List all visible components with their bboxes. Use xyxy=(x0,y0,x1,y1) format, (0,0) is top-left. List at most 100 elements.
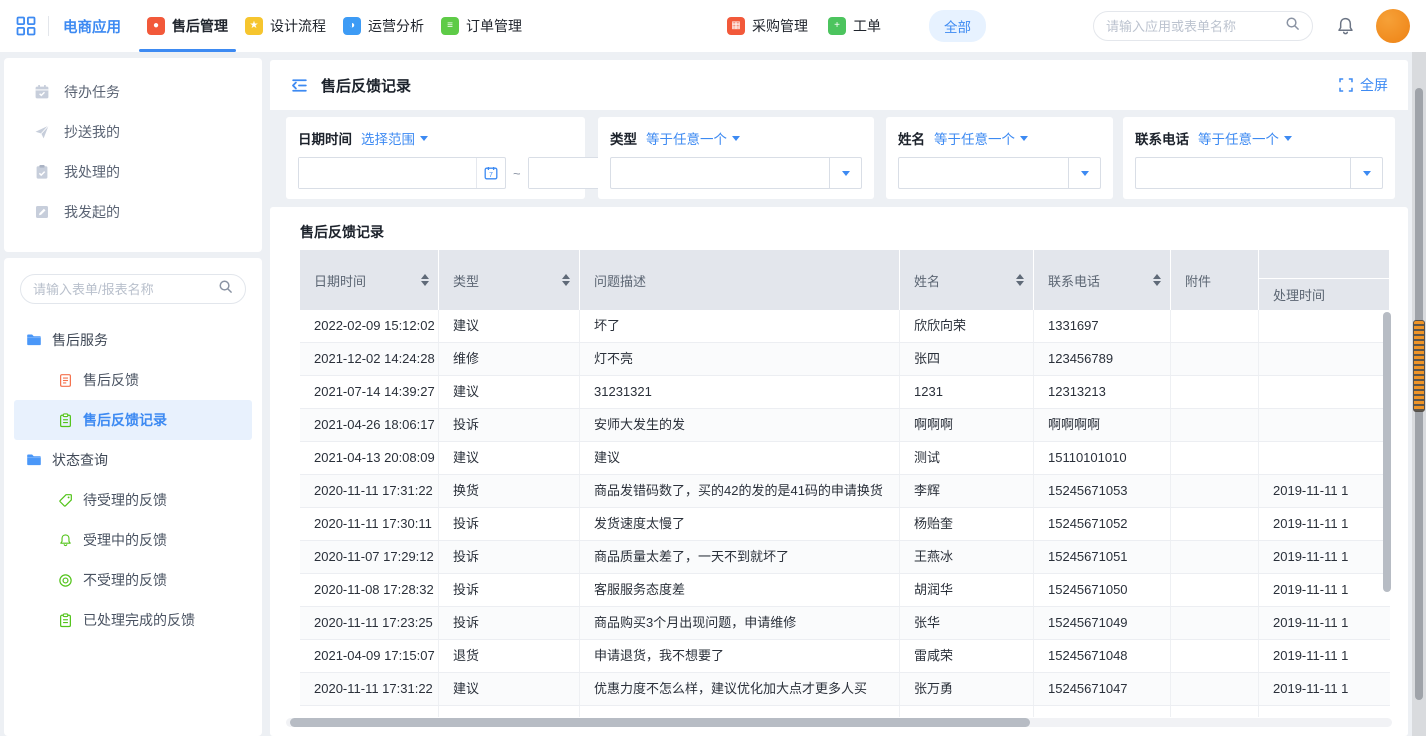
filter-operator[interactable]: 等于任意一个 xyxy=(934,128,1028,148)
date-from-input[interactable]: 7 xyxy=(298,157,506,189)
form-search[interactable] xyxy=(20,274,246,304)
top-tab-label: 售后管理 xyxy=(172,16,228,36)
table-row[interactable]: 2020-11-07 17:29:12投诉商品质量太差了，一天不到就坏了王燕冰1… xyxy=(300,541,1390,574)
filter-select[interactable] xyxy=(610,157,862,189)
table-horizontal-scrollbar[interactable] xyxy=(290,718,1030,727)
table-cell: 张华 xyxy=(900,607,1034,639)
sidebar-item[interactable]: 我发起的 xyxy=(4,192,262,232)
table-cell: 2020-11-11 17:23:25 xyxy=(300,607,439,639)
app-icon: ≡ xyxy=(441,17,459,35)
sidebar-item[interactable]: 我处理的 xyxy=(4,152,262,192)
tree-item[interactable]: 售后反馈 xyxy=(4,360,262,400)
filter-select[interactable] xyxy=(1135,157,1383,189)
table-row[interactable]: 2020-11-11 17:30:11投诉发货速度太慢了杨贻奎152456710… xyxy=(300,508,1390,541)
table-cell: 31231321 xyxy=(580,376,900,408)
tree-folder[interactable]: 售后服务 xyxy=(4,320,262,360)
chevron-down-icon[interactable] xyxy=(829,158,861,188)
date-from-field[interactable] xyxy=(299,158,476,188)
table-cell xyxy=(1259,343,1390,375)
table-row[interactable]: 2020-11-11 17:31:22建议优惠力度不怎么样，建议优化加大点才更多… xyxy=(300,673,1390,706)
table-cell: 2021-12-02 14:24:28 xyxy=(300,343,439,375)
folder-icon xyxy=(26,452,42,468)
fullscreen-button[interactable]: 全屏 xyxy=(1339,75,1388,95)
table-row[interactable]: 2021-04-13 20:08:09建议建议测试15110101010 xyxy=(300,442,1390,475)
caret-down-icon xyxy=(1284,136,1292,141)
table-cell: 换货 xyxy=(439,475,580,507)
table-row[interactable]: 2020-11-08 17:28:32投诉客服服务态度差胡润华152456710… xyxy=(300,574,1390,607)
filter-operator[interactable]: 等于任意一个 xyxy=(646,128,740,148)
table-cell: 建议 xyxy=(439,376,580,408)
tree-folder[interactable]: 状态查询 xyxy=(4,440,262,480)
table-cell xyxy=(1259,376,1390,408)
divider xyxy=(48,16,49,36)
table-cell: 1231 xyxy=(900,376,1034,408)
sort-icon[interactable] xyxy=(421,274,429,286)
apps-grid-icon[interactable] xyxy=(16,16,36,36)
table-vertical-scrollbar[interactable] xyxy=(1383,312,1391,592)
table-row[interactable]: 2022-02-09 15:12:02建议坏了欣欣向荣1331697 xyxy=(300,310,1390,343)
tree-item[interactable]: 不受理的反馈 xyxy=(4,560,262,600)
table-cell xyxy=(1171,508,1259,540)
table-row[interactable]: 2021-07-14 14:39:27建议3123132112311231321… xyxy=(300,376,1390,409)
app-home-link[interactable]: 电商应用 xyxy=(63,16,121,37)
tree-item[interactable]: 受理中的反馈 xyxy=(4,520,262,560)
records-table: 日期时间 类型 问题描述 姓名 联系电话 附件 处理时间 2022-02-09 … xyxy=(300,250,1390,717)
tree-item-label: 已处理完成的反馈 xyxy=(83,610,195,630)
column-header[interactable]: 联系电话 xyxy=(1034,250,1171,310)
form-search-input[interactable] xyxy=(33,282,218,297)
notifications-bell-icon[interactable] xyxy=(1335,16,1356,37)
search-icon[interactable] xyxy=(1285,16,1300,36)
column-header[interactable]: 姓名 xyxy=(900,250,1034,310)
topbar: 电商应用 ● 售后管理 ★ 设计流程 ◑ 运营分析 ≡ 订单管理 ▦ 采购管理 … xyxy=(0,0,1426,52)
tree-item[interactable]: 售后反馈记录 xyxy=(14,400,252,440)
calendar-icon[interactable]: 7 xyxy=(476,158,505,188)
table-cell: 2021-04-13 20:08:09 xyxy=(300,442,439,474)
table-cell: 2020-11-07 17:29:12 xyxy=(300,541,439,573)
table-cell xyxy=(1171,706,1259,717)
user-avatar[interactable] xyxy=(1376,9,1410,43)
top-tab[interactable]: ▦ 采购管理 xyxy=(727,0,808,52)
column-header[interactable]: 问题描述 xyxy=(580,250,900,310)
table-row[interactable] xyxy=(300,706,1390,717)
global-search[interactable] xyxy=(1093,11,1313,41)
sort-icon[interactable] xyxy=(1153,274,1161,286)
column-header[interactable]: 附件 xyxy=(1171,250,1259,310)
sort-icon[interactable] xyxy=(562,274,570,286)
table-cell: 15245671050 xyxy=(1034,574,1171,606)
filter-select[interactable] xyxy=(898,157,1101,189)
folder-icon xyxy=(26,332,42,348)
column-header[interactable]: 处理时间 xyxy=(1259,250,1390,310)
global-search-input[interactable] xyxy=(1106,19,1285,34)
column-header[interactable]: 类型 xyxy=(439,250,580,310)
table-cell: 发货速度太慢了 xyxy=(580,508,900,540)
chevron-down-icon[interactable] xyxy=(1350,158,1382,188)
table-cell xyxy=(900,706,1034,717)
table-row[interactable]: 2021-12-02 14:24:28维修灯不亮张四123456789 xyxy=(300,343,1390,376)
table-cell: 15245671051 xyxy=(1034,541,1171,573)
table-cell: 优惠力度不怎么样，建议优化加大点才更多人买 xyxy=(580,673,900,705)
top-tab[interactable]: ★ 设计流程 xyxy=(245,0,326,52)
top-tab[interactable]: + 工单 xyxy=(828,0,881,52)
sidebar-item[interactable]: 抄送我的 xyxy=(4,112,262,152)
table-cell: 2020-11-11 17:31:22 xyxy=(300,673,439,705)
top-tab[interactable]: ● 售后管理 xyxy=(147,0,228,52)
menu-fold-icon[interactable] xyxy=(290,76,309,95)
sort-icon[interactable] xyxy=(1016,274,1024,286)
table-row[interactable]: 2021-04-09 17:15:07退货申请退货，我不想要了雷咸荣152456… xyxy=(300,640,1390,673)
table-row[interactable]: 2020-11-11 17:23:25投诉商品购买3个月出现问题，申请维修张华1… xyxy=(300,607,1390,640)
top-tab[interactable]: ≡ 订单管理 xyxy=(441,0,522,52)
filter-operator[interactable]: 等于任意一个 xyxy=(1198,128,1292,148)
table-row[interactable]: 2021-04-26 18:06:17投诉安师大发生的发啊啊啊啊啊啊啊 xyxy=(300,409,1390,442)
column-header[interactable]: 日期时间 xyxy=(300,250,439,310)
all-apps-button[interactable]: 全部 xyxy=(929,10,986,42)
table-cell: 2019-11-11 1 xyxy=(1259,574,1390,606)
chevron-down-icon[interactable] xyxy=(1068,158,1100,188)
filter-label: 联系电话 xyxy=(1135,128,1189,148)
tree-item[interactable]: 已处理完成的反馈 xyxy=(4,600,262,640)
tree-item[interactable]: 待受理的反馈 xyxy=(4,480,262,520)
table-row[interactable]: 2020-11-11 17:31:22换货商品发错码数了，买的42的发的是41码… xyxy=(300,475,1390,508)
filter-operator[interactable]: 选择范围 xyxy=(361,128,428,148)
top-tab[interactable]: ◑ 运营分析 xyxy=(343,0,424,52)
sidebar-item[interactable]: 待办任务 xyxy=(4,72,262,112)
search-icon[interactable] xyxy=(218,279,233,299)
